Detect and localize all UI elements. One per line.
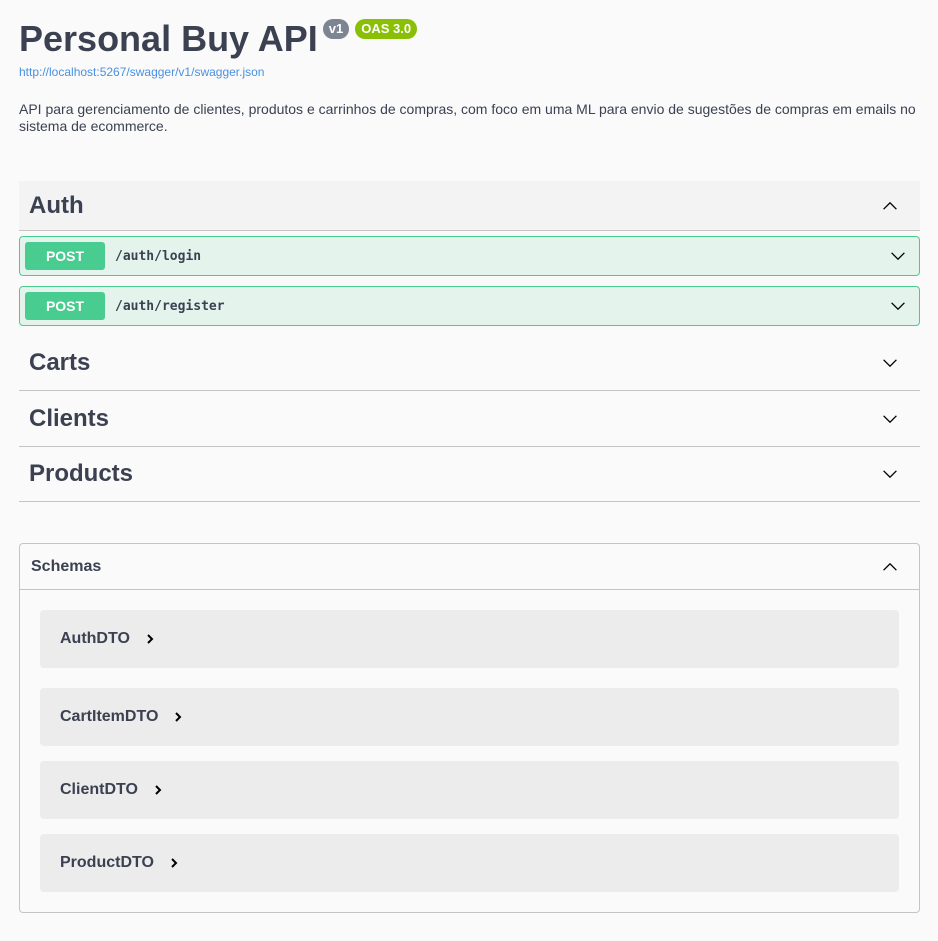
title-row: Personal Buy API v1 OAS 3.0 (19, 16, 919, 62)
operation-path: /auth/login (115, 248, 202, 264)
operation-path: /auth/register (115, 298, 225, 314)
model-productdto[interactable]: ProductDTO (40, 834, 899, 892)
model-clientdto[interactable]: ClientDTO (40, 761, 899, 819)
api-title: Personal Buy API (19, 18, 318, 59)
operation-auth-register[interactable]: POST /auth/register (19, 286, 920, 326)
chevron-down-icon[interactable] (882, 411, 898, 427)
schemas-title: Schemas (31, 557, 102, 575)
method-badge: POST (25, 292, 105, 320)
chevron-right-icon[interactable] (168, 857, 180, 869)
tag-title: Clients (29, 404, 110, 432)
operation-auth-login[interactable]: POST /auth/login (19, 236, 920, 276)
chevron-down-icon[interactable] (890, 248, 906, 264)
method-badge: POST (25, 242, 105, 270)
api-info: Personal Buy API v1 OAS 3.0 http://local… (19, 16, 919, 135)
api-description: API para gerenciamento de clientes, prod… (19, 101, 916, 134)
chevron-right-icon[interactable] (172, 711, 184, 723)
tag-title: Auth (29, 191, 84, 219)
tag-products[interactable]: Products (19, 447, 920, 502)
spec-url-link[interactable]: http://localhost:5267/swagger/v1/swagger… (19, 65, 919, 79)
model-name: AuthDTO (60, 630, 130, 647)
tag-auth[interactable]: Auth (19, 181, 920, 231)
tag-clients[interactable]: Clients (19, 391, 920, 447)
tag-carts[interactable]: Carts (19, 336, 920, 391)
tag-sections: Auth POST /auth/login POST /auth/registe… (19, 181, 920, 502)
model-cartitemdto[interactable]: CartItemDTO (40, 688, 899, 746)
chevron-right-icon[interactable] (144, 633, 156, 645)
chevron-down-icon[interactable] (882, 466, 898, 482)
chevron-up-icon[interactable] (882, 198, 898, 214)
schemas-header[interactable]: Schemas (20, 544, 919, 590)
model-name: ProductDTO (60, 854, 154, 871)
oas-badge: OAS 3.0 (355, 19, 418, 39)
tag-title: Products (29, 460, 134, 487)
chevron-down-icon[interactable] (890, 298, 906, 314)
chevron-down-icon[interactable] (882, 355, 898, 371)
version-badge: v1 (322, 19, 350, 39)
model-name: ClientDTO (60, 781, 138, 798)
chevron-up-icon[interactable] (882, 559, 898, 575)
schemas-section: Schemas AuthDTO CartItemDTO ClientDTO Pr (19, 543, 920, 913)
tag-title: Carts (29, 349, 91, 376)
model-authdto[interactable]: AuthDTO (40, 610, 899, 668)
model-name: CartItemDTO (60, 708, 159, 725)
chevron-right-icon[interactable] (152, 784, 164, 796)
swagger-page: Personal Buy API v1 OAS 3.0 http://local… (0, 0, 938, 941)
